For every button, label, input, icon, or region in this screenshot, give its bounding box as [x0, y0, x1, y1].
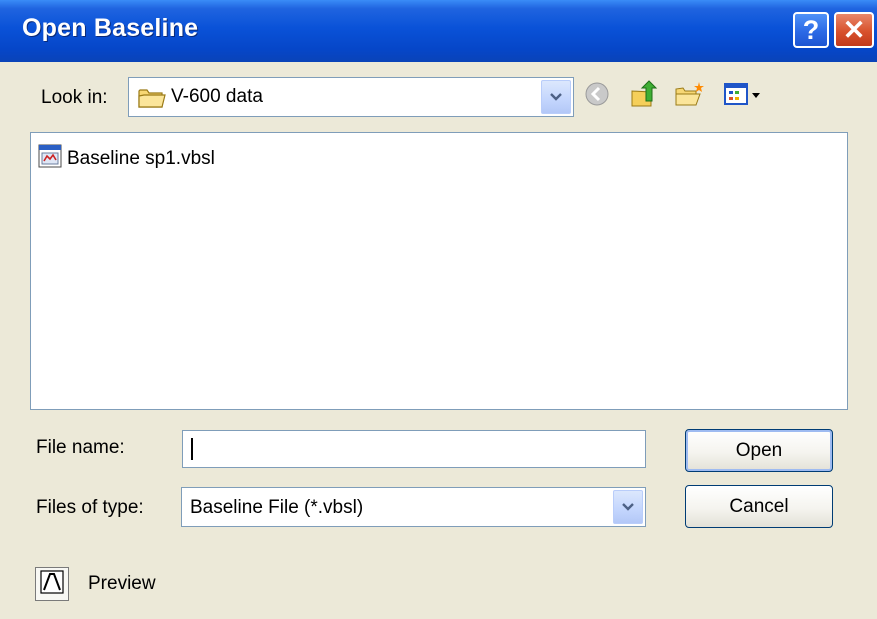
title-bar[interactable]: Open Baseline ? ✕: [0, 0, 877, 62]
close-button[interactable]: ✕: [834, 12, 874, 48]
list-item[interactable]: Baseline sp1.vbsl: [38, 144, 215, 173]
folder-up-icon: [629, 79, 659, 114]
files-of-type-label: Files of type:: [36, 497, 144, 518]
chevron-down-icon[interactable]: [613, 490, 643, 524]
view-menu-button[interactable]: [721, 80, 765, 112]
back-arrow-icon: [584, 81, 610, 112]
baseline-file-icon: [38, 144, 62, 173]
look-in-dropdown[interactable]: V-600 data: [128, 77, 574, 117]
look-in-value: V-600 data: [171, 86, 263, 107]
file-name-label: File name:: [36, 437, 125, 458]
close-icon: ✕: [842, 14, 866, 45]
preview-label: Preview: [88, 573, 156, 594]
file-name-input[interactable]: [182, 430, 646, 468]
help-button[interactable]: ?: [793, 12, 829, 48]
open-button[interactable]: Open: [685, 429, 833, 472]
folder-icon: [138, 87, 166, 114]
open-baseline-dialog: Open Baseline ? ✕ Look in: V-600 data Ba…: [0, 0, 877, 619]
window-title: Open Baseline: [22, 14, 199, 42]
up-one-level-button[interactable]: [628, 79, 660, 114]
files-of-type-dropdown[interactable]: Baseline File (*.vbsl): [181, 487, 646, 527]
new-folder-icon: [674, 80, 706, 113]
preview-peak-icon: [40, 569, 64, 599]
files-of-type-value: Baseline File (*.vbsl): [190, 497, 364, 518]
text-cursor: [191, 438, 193, 460]
look-in-label: Look in:: [41, 87, 108, 108]
help-icon: ?: [802, 14, 820, 45]
preview-toggle-button[interactable]: [35, 567, 69, 601]
view-menu-icon: [723, 82, 763, 111]
cancel-button[interactable]: Cancel: [685, 485, 833, 528]
back-button[interactable]: [581, 80, 613, 112]
file-name-text: Baseline sp1.vbsl: [67, 147, 215, 169]
new-folder-button[interactable]: [674, 80, 706, 112]
chevron-down-icon[interactable]: [541, 80, 571, 114]
file-list[interactable]: Baseline sp1.vbsl: [30, 132, 848, 410]
